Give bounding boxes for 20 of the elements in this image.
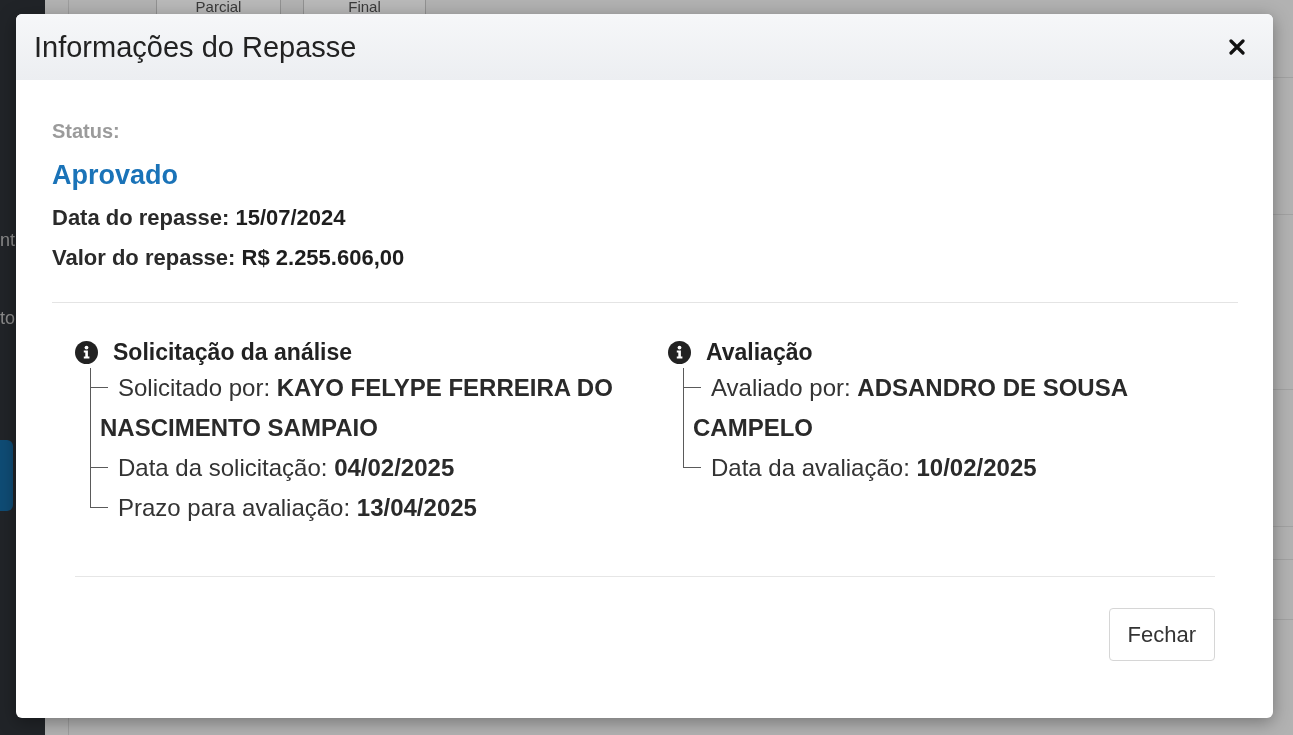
status-label: Status:: [52, 119, 121, 143]
sidebar-item[interactable]: to: [0, 306, 15, 330]
status-value: Aprovado: [52, 159, 179, 191]
tree-item-text: Solicitado por: KAYO FELYPE FERREIRA DO NASCIMENTO SAMPAIO: [100, 373, 614, 443]
tree-item-text: Data da avaliação: 10/02/2025: [710, 453, 1038, 483]
tab[interactable]: Final: [303, 0, 426, 14]
close-dialog-button[interactable]: Fechar: [1108, 608, 1215, 661]
info-icon: [75, 340, 98, 364]
close-icon: [1229, 39, 1245, 55]
detail-text: Data do repasse: 15/07/2024: [52, 204, 347, 232]
section-title: Avaliação: [706, 340, 813, 364]
tab[interactable]: Parcial: [156, 0, 281, 14]
tree-item-text: Data da solicitação: 04/02/2025: [117, 453, 456, 483]
tree-item-text: Prazo para avaliação: 13/04/2025: [117, 493, 478, 523]
info-icon: [668, 340, 691, 364]
section-title: Solicitação da análise: [113, 340, 353, 364]
tree-item-text: Avaliado por: ADSANDRO DE SOUSA CAMPELO: [693, 373, 1129, 443]
modal-title: Informações do Repasse: [34, 30, 357, 64]
sidebar-item[interactable]: nt: [0, 228, 15, 252]
detail-text: Valor do repasse: R$ 2.255.606,00: [52, 244, 406, 272]
